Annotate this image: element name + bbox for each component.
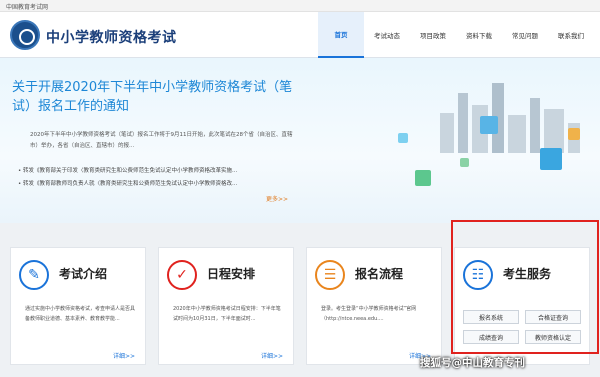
card-registration-process: ☰ 报名流程 登录。考生登录“中小学教师资格考试”官网（http://ntce.… xyxy=(306,247,442,365)
floating-cube-icon xyxy=(460,158,469,167)
nav-downloads[interactable]: 资料下载 xyxy=(456,12,502,58)
nav-home[interactable]: 首页 xyxy=(318,12,364,58)
banner-news-item[interactable]: • 转发《教育部关于印发〈教育类研究生和公费师范生免试认定中小学教师资格改革实施… xyxy=(18,165,308,178)
logo[interactable] xyxy=(10,20,40,50)
checklist-icon: ☰ xyxy=(315,260,345,290)
checkmark-icon: ✓ xyxy=(167,260,197,290)
card-title[interactable]: 报名流程 xyxy=(355,265,403,282)
card-schedule: ✓ 日程安排 2020年中小学教师资格考试日程安排：下半年笔试时间为10月31日… xyxy=(158,247,294,365)
watermark: 搜狐号@中山教育专刊 xyxy=(420,357,525,369)
banner-more-link[interactable]: 更多>> xyxy=(266,194,288,203)
banner-description: 2020年下半年中小学教师资格考试（笔试）报名工作将于9月11日开始，此次笔试在… xyxy=(30,132,293,149)
hero-banner: 关于开展2020年下半年中小学教师资格考试（笔试）报名工作的通知 2020年下半… xyxy=(0,58,600,223)
card-title[interactable]: 日程安排 xyxy=(207,265,255,282)
floating-cube-icon xyxy=(480,116,498,134)
nav-contact[interactable]: 联系我们 xyxy=(548,12,594,58)
banner-news-list: • 转发《教育部关于印发〈教育类研究生和公费师范生免试认定中小学教师资格改革实施… xyxy=(18,165,308,191)
nav-faq[interactable]: 常见问题 xyxy=(502,12,548,58)
card-description: 通过实施中小学教师资格考试，考查申请人是否具备教师职业道德、基本素养、教育教学能… xyxy=(25,306,136,322)
site-title[interactable]: 中小学教师资格考试 xyxy=(46,27,177,47)
card-exam-intro: ✎ 考试介绍 通过实施中小学教师资格考试，考查申请人是否具备教师职业道德、基本素… xyxy=(10,247,146,365)
nav-exam-news[interactable]: 考试动态 xyxy=(364,12,410,58)
banner-news-item[interactable]: • 转发《教育部教师司负责人就〈教育类研究生和公费师范生免试认定中小学教师资格改… xyxy=(18,178,308,191)
card-title[interactable]: 考试介绍 xyxy=(59,265,107,282)
card-description: 2020年中小学教师资格考试日程安排：下半年笔试时间为10月31日，下半年面试时… xyxy=(173,306,281,322)
card-description: 登录。考生登录“中小学教师资格考试”官网（http://ntce.neea.ed… xyxy=(321,306,417,322)
floating-cube-icon xyxy=(398,133,408,143)
banner-headline[interactable]: 关于开展2020年下半年中小学教师资格考试（笔试）报名工作的通知 xyxy=(12,78,302,116)
floating-cube-icon xyxy=(568,128,580,140)
top-strip-text: 中国教育考试网 xyxy=(6,4,49,11)
nav-policy[interactable]: 项目政策 xyxy=(410,12,456,58)
main-nav: 首页 考试动态 项目政策 资料下载 常见问题 联系我们 xyxy=(318,12,594,58)
card-more-link[interactable]: 详细>> xyxy=(113,351,135,360)
floating-cube-icon xyxy=(415,170,431,186)
card-more-link[interactable]: 详细>> xyxy=(261,351,283,360)
floating-cube-icon xyxy=(540,148,562,170)
highlight-box xyxy=(451,220,599,354)
top-strip: 中国教育考试网 xyxy=(0,0,600,12)
document-icon: ✎ xyxy=(19,260,49,290)
